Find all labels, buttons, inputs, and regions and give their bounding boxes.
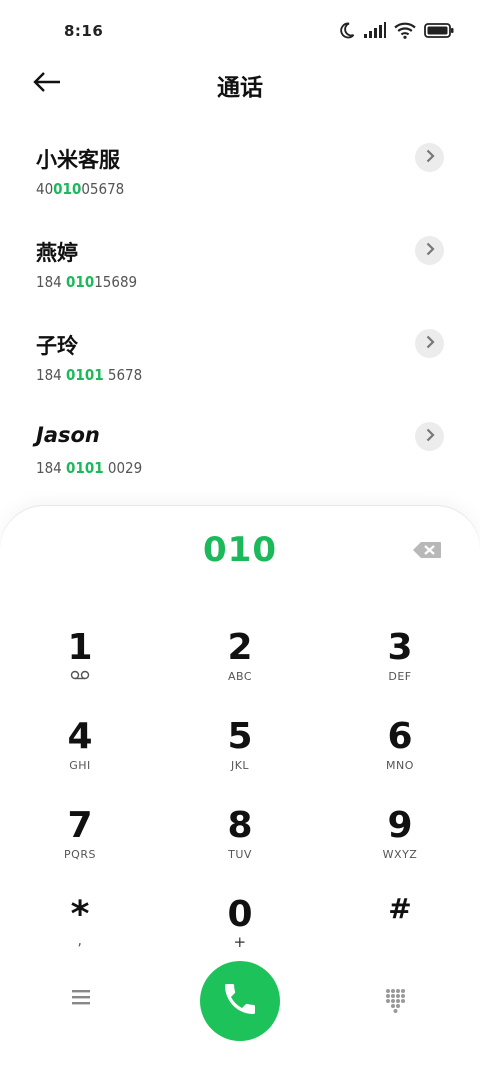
voicemail-icon: [20, 670, 140, 684]
typed-number-display: 010: [203, 530, 277, 570]
key-5[interactable]: 5 JKL: [180, 715, 300, 795]
status-bar: 8:16: [0, 0, 480, 62]
backspace-icon: [412, 542, 442, 564]
dialer-bottom-bar: [0, 961, 480, 1043]
phone-icon: [220, 979, 260, 1023]
contact-number: 184 0101 0029: [36, 459, 143, 477]
status-icons: [338, 21, 454, 39]
header: 通话: [0, 62, 480, 106]
number-match-highlight: 0101: [66, 459, 104, 477]
contact-result-item[interactable]: 燕婷 184 01015689: [0, 223, 480, 316]
contact-number: 184 01015689: [36, 273, 138, 291]
contact-details-button[interactable]: [415, 329, 444, 358]
number-match-highlight: 010: [66, 273, 95, 291]
key-7[interactable]: 7 PQRS: [20, 804, 140, 884]
page-title: 通话: [217, 75, 263, 101]
contact-name: Jason: [36, 423, 100, 447]
key-hash[interactable]: #: [340, 887, 460, 967]
key-8[interactable]: 8 TUV: [180, 804, 300, 884]
dialpad-icon: [382, 989, 408, 1017]
contact-details-button[interactable]: [415, 236, 444, 265]
chevron-right-icon: [424, 148, 436, 167]
dialpad-sheet: 010 1 2 ABC 3 DEF 4 GHI 5 JKL 6 MNO 7 PQ…: [0, 506, 480, 1066]
contact-number: 184 0101 5678: [36, 366, 143, 384]
menu-button[interactable]: [70, 988, 100, 1014]
contact-name: 子玲: [36, 334, 78, 358]
signal-icon: [364, 22, 386, 38]
contact-result-item[interactable]: 子玲 184 0101 5678: [0, 316, 480, 409]
contact-details-button[interactable]: [415, 143, 444, 172]
call-button[interactable]: [200, 961, 280, 1041]
key-1[interactable]: 1: [20, 626, 140, 706]
key-3[interactable]: 3 DEF: [340, 626, 460, 706]
key-4[interactable]: 4 GHI: [20, 715, 140, 795]
backspace-button[interactable]: [412, 540, 442, 560]
number-match-highlight: 010: [53, 180, 82, 198]
dialpad-toggle-button[interactable]: [382, 987, 410, 1015]
key-6[interactable]: 6 MNO: [340, 715, 460, 795]
moon-icon: [338, 21, 356, 39]
contact-name: 燕婷: [36, 241, 78, 265]
chevron-right-icon: [424, 334, 436, 353]
contact-result-item[interactable]: Jason 184 0101 0029: [0, 409, 480, 502]
key-2[interactable]: 2 ABC: [180, 626, 300, 706]
chevron-right-icon: [424, 241, 436, 260]
battery-icon: [424, 22, 454, 38]
contact-name: 小米客服: [36, 148, 120, 172]
number-match-highlight: 0101: [66, 366, 104, 384]
wifi-icon: [394, 22, 416, 39]
contact-number: 4001005678: [36, 180, 125, 198]
chevron-right-icon: [424, 427, 436, 446]
key-9[interactable]: 9 WXYZ: [340, 804, 460, 884]
contact-details-button[interactable]: [415, 422, 444, 451]
contact-result-item[interactable]: 小米客服 4001005678: [0, 130, 480, 223]
menu-icon: [70, 990, 92, 1010]
contact-results-list: 小米客服 4001005678 燕婷 184 01015689 子玲 184 0…: [0, 130, 480, 502]
status-time: 8:16: [64, 22, 104, 40]
